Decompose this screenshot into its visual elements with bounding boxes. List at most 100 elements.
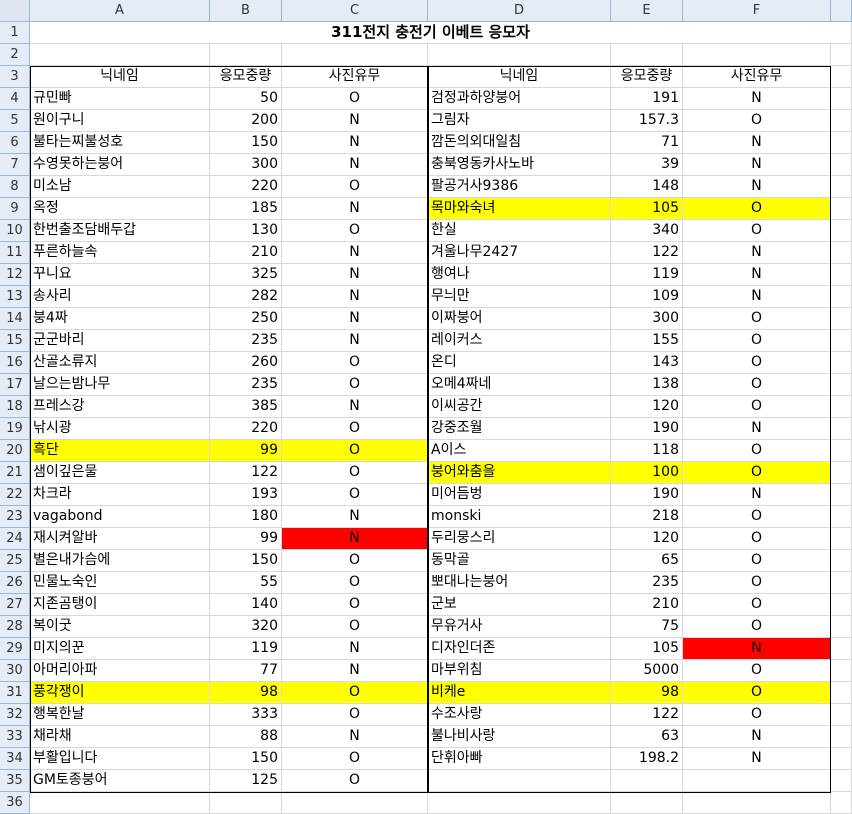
right-photo[interactable]: O xyxy=(683,110,831,132)
row-header-7[interactable]: 7 xyxy=(0,154,30,176)
right-weight[interactable]: 105 xyxy=(611,638,683,660)
left-weight[interactable]: 140 xyxy=(210,594,282,616)
right-nickname[interactable]: 무늬만 xyxy=(428,286,611,308)
left-photo[interactable]: O xyxy=(282,484,428,506)
left-weight[interactable]: 260 xyxy=(210,352,282,374)
right-weight[interactable]: 120 xyxy=(611,396,683,418)
row-header-20[interactable]: 20 xyxy=(0,440,30,462)
left-weight[interactable]: 50 xyxy=(210,88,282,110)
left-weight[interactable]: 385 xyxy=(210,396,282,418)
row-header-32[interactable]: 32 xyxy=(0,704,30,726)
left-weight[interactable]: 320 xyxy=(210,616,282,638)
left-photo[interactable]: O xyxy=(282,176,428,198)
row-header-13[interactable]: 13 xyxy=(0,286,30,308)
row-header-25[interactable]: 25 xyxy=(0,550,30,572)
left-nickname[interactable]: 낚시광 xyxy=(30,418,210,440)
right-photo[interactable]: O xyxy=(683,572,831,594)
cell-c2[interactable] xyxy=(282,44,428,66)
left-nickname[interactable]: 별은내가슴에 xyxy=(30,550,210,572)
row-header-35[interactable]: 35 xyxy=(0,770,30,792)
row-header-24[interactable]: 24 xyxy=(0,528,30,550)
row-header-34[interactable]: 34 xyxy=(0,748,30,770)
left-weight[interactable]: 55 xyxy=(210,572,282,594)
left-photo[interactable]: N xyxy=(282,286,428,308)
left-photo[interactable]: O xyxy=(282,770,428,792)
column-header-f[interactable]: F xyxy=(683,0,831,22)
left-nickname[interactable]: 옥정 xyxy=(30,198,210,220)
cell-e35[interactable] xyxy=(611,770,683,792)
row-header-12[interactable]: 12 xyxy=(0,264,30,286)
right-nickname[interactable]: 무유거사 xyxy=(428,616,611,638)
left-nickname[interactable]: 샘이깊은물 xyxy=(30,462,210,484)
right-photo[interactable]: O xyxy=(683,308,831,330)
right-photo[interactable]: O xyxy=(683,506,831,528)
right-photo[interactable]: N xyxy=(683,286,831,308)
left-nickname[interactable]: 민물노숙인 xyxy=(30,572,210,594)
right-weight[interactable]: 155 xyxy=(611,330,683,352)
left-photo[interactable]: O xyxy=(282,550,428,572)
row-header-15[interactable]: 15 xyxy=(0,330,30,352)
left-nickname[interactable]: 행복한날 xyxy=(30,704,210,726)
right-photo[interactable]: O xyxy=(683,352,831,374)
right-nickname[interactable]: A이스 xyxy=(428,440,611,462)
row-header-5[interactable]: 5 xyxy=(0,110,30,132)
right-nickname[interactable]: 군보 xyxy=(428,594,611,616)
left-weight[interactable]: 235 xyxy=(210,330,282,352)
column-header-a[interactable]: A xyxy=(30,0,210,22)
row-header-31[interactable]: 31 xyxy=(0,682,30,704)
left-weight[interactable]: 119 xyxy=(210,638,282,660)
row-header-22[interactable]: 22 xyxy=(0,484,30,506)
right-nickname[interactable]: 강중조월 xyxy=(428,418,611,440)
select-all-corner[interactable] xyxy=(0,0,30,22)
left-photo[interactable]: N xyxy=(282,330,428,352)
right-weight[interactable]: 143 xyxy=(611,352,683,374)
right-photo[interactable]: O xyxy=(683,660,831,682)
row-header-4[interactable]: 4 xyxy=(0,88,30,110)
right-photo[interactable]: N xyxy=(683,484,831,506)
left-weight[interactable]: 77 xyxy=(210,660,282,682)
left-weight[interactable]: 210 xyxy=(210,242,282,264)
right-photo[interactable]: N xyxy=(683,638,831,660)
left-photo[interactable]: O xyxy=(282,594,428,616)
right-nickname[interactable]: 마부위침 xyxy=(428,660,611,682)
right-photo[interactable]: O xyxy=(683,198,831,220)
left-nickname[interactable]: 프레스강 xyxy=(30,396,210,418)
row-header-28[interactable]: 28 xyxy=(0,616,30,638)
right-weight[interactable]: 5000 xyxy=(611,660,683,682)
left-photo[interactable]: N xyxy=(282,264,428,286)
row-header-2[interactable]: 2 xyxy=(0,44,30,66)
right-weight[interactable]: 100 xyxy=(611,462,683,484)
right-photo[interactable]: N xyxy=(683,88,831,110)
row-header-16[interactable]: 16 xyxy=(0,352,30,374)
left-weight[interactable]: 325 xyxy=(210,264,282,286)
right-nickname[interactable]: monski xyxy=(428,506,611,528)
right-weight[interactable]: 157.3 xyxy=(611,110,683,132)
left-nickname[interactable]: 수영못하는붕어 xyxy=(30,154,210,176)
right-photo[interactable]: N xyxy=(683,264,831,286)
right-photo[interactable]: O xyxy=(683,550,831,572)
right-weight[interactable]: 65 xyxy=(611,550,683,572)
row-header-18[interactable]: 18 xyxy=(0,396,30,418)
row-header-30[interactable]: 30 xyxy=(0,660,30,682)
left-nickname[interactable]: 송사리 xyxy=(30,286,210,308)
spreadsheet-grid[interactable]: A B C D E F 1 2 3 4 5 6 7 8 9 10 11 12 13 14 15 16 17 18 19 20 21 2… xyxy=(0,0,852,814)
row-header-17[interactable]: 17 xyxy=(0,374,30,396)
cell-d2[interactable] xyxy=(428,44,611,66)
row-header-27[interactable]: 27 xyxy=(0,594,30,616)
left-nickname[interactable]: GM토종붕어 xyxy=(30,770,210,792)
right-weight[interactable]: 148 xyxy=(611,176,683,198)
right-photo[interactable]: N xyxy=(683,748,831,770)
right-nickname[interactable]: 단휘아빠 xyxy=(428,748,611,770)
right-nickname[interactable]: 수조사랑 xyxy=(428,704,611,726)
right-weight[interactable]: 218 xyxy=(611,506,683,528)
left-photo[interactable]: N xyxy=(282,638,428,660)
left-photo[interactable]: N xyxy=(282,110,428,132)
left-nickname[interactable]: 복이굿 xyxy=(30,616,210,638)
left-nickname[interactable]: 날으는밤나무 xyxy=(30,374,210,396)
right-photo[interactable]: O xyxy=(683,594,831,616)
left-photo[interactable]: O xyxy=(282,572,428,594)
right-nickname[interactable]: 디자인더존 xyxy=(428,638,611,660)
left-photo[interactable]: N xyxy=(282,308,428,330)
column-header-e[interactable]: E xyxy=(611,0,683,22)
left-nickname[interactable]: 흑단 xyxy=(30,440,210,462)
